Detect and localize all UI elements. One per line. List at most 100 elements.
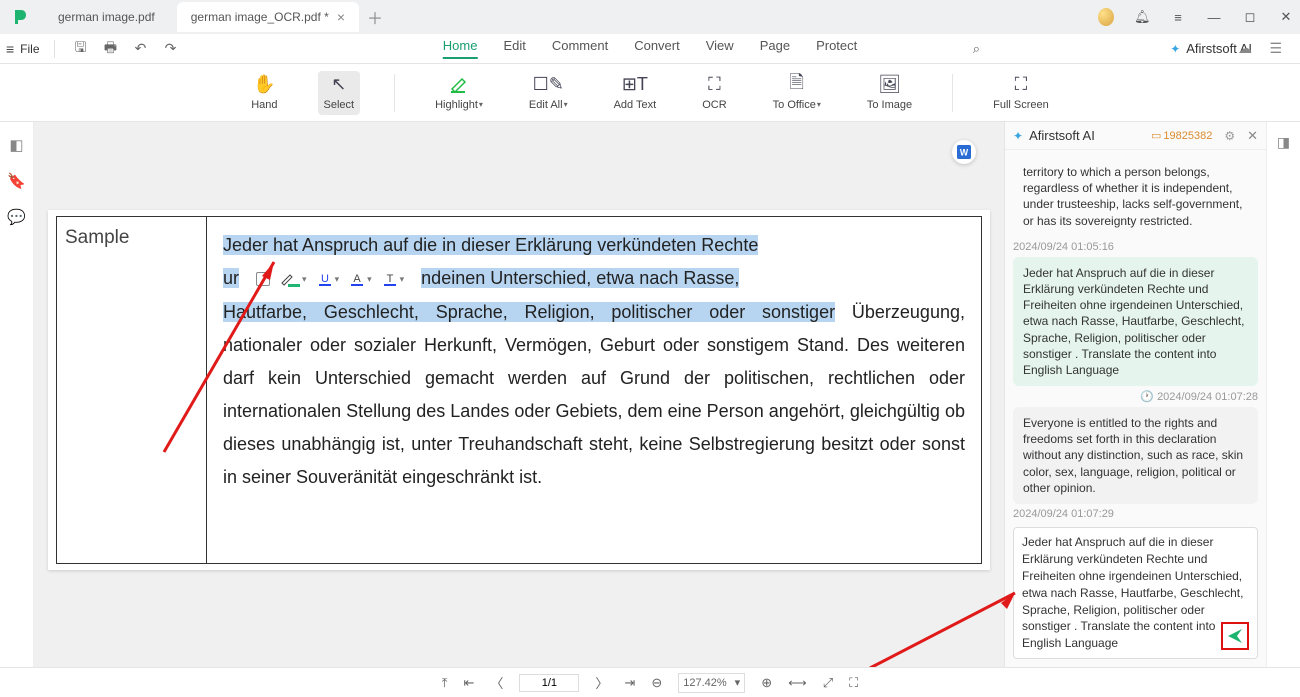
scroll-top-icon[interactable]: ⤒ [442,675,448,691]
addtext-icon: ⊞T [622,75,648,95]
to-image-tool[interactable]: 🖼 To Image [861,71,918,115]
toimage-label: To Image [867,99,912,111]
fullscreen-tool[interactable]: ⛶ Full Screen [987,71,1055,115]
comment-icon[interactable]: 💬 [7,208,26,226]
tab-label: german image.pdf [58,10,155,24]
hand-tool[interactable]: ✋ Hand [245,71,283,115]
redo-icon[interactable]: ↷ [159,37,183,61]
window-controls: 🔔︎ ≡ — ◻ ✕ [1098,0,1294,34]
tab-comment[interactable]: Comment [552,38,608,59]
add-text-tool[interactable]: ⊞T Add Text [608,71,663,115]
add-tab-button[interactable]: ＋ [367,5,383,29]
underline-button[interactable]: U▾ [317,263,340,296]
zoom-in-icon[interactable]: ⊕ [761,675,772,691]
fit-page-icon[interactable]: ⤢ [823,675,833,691]
close-icon[interactable]: ✕ [1278,9,1294,25]
sidebar-toggle-icon[interactable]: ◨ [1277,134,1290,151]
chat-input[interactable]: Jeder hat Anspruch auf die in dieser Erk… [1013,527,1258,659]
send-button[interactable] [1221,622,1249,650]
prev-page-icon[interactable]: 〈 [490,673,503,692]
input-text: Jeder hat Anspruch auf die in dieser Erk… [1022,535,1243,650]
body-text[interactable]: Überzeugung, nationaler oder sozialer He… [223,302,965,487]
tab-protect[interactable]: Protect [816,38,857,59]
undo-icon[interactable]: ↶ [129,37,153,61]
addtext-label: Add Text [614,99,657,111]
tooffice-label: To Office [773,99,816,111]
ocr-label: OCR [702,99,726,111]
edit-all-tool[interactable]: ☐✎ Edit All▾ [523,71,574,115]
edit-icon: ☐✎ [533,75,564,95]
timestamp: 🕐 2024/09/24 01:07:28 [1013,390,1258,403]
file-menu[interactable]: File [20,42,39,56]
zoom-out-icon[interactable]: ⊖ [651,675,662,691]
close-icon[interactable]: × [337,9,345,25]
status-bar: ⤒ ⇤ 〈 〉 ⇥ ⊖ 127.42%▾ ⊕ ⟷ ⤢ ⛶ [0,667,1300,697]
ocr-icon: ⛶ [708,75,721,95]
text-cell[interactable]: Jeder hat Anspruch auf die in dieser Erk… [207,217,981,563]
sparkle-icon: ✦ [1013,129,1023,143]
hamburger-icon[interactable]: ≡ [1170,10,1186,25]
timestamp: 2024/09/24 01:05:16 [1013,241,1258,253]
tab-view[interactable]: View [706,38,734,59]
chat-message: territory to which a person belongs, reg… [1013,156,1258,237]
text-button[interactable]: T▾ [382,263,405,296]
ai-chat-panel: ✦ Afirstsoft AI ▭ 19825382 ⚙ ✕ territory… [1004,122,1266,667]
save-icon[interactable]: 🖫 [69,37,93,61]
ocr-tool[interactable]: ⛶ OCR [696,71,732,115]
select-tool[interactable]: ↖ Select [318,71,361,115]
maximize-icon[interactable]: ◻ [1242,9,1258,25]
chat-body[interactable]: territory to which a person belongs, reg… [1005,150,1266,521]
svg-text:T: T [386,273,393,285]
last-page-icon[interactable]: ⇥ [624,675,635,691]
user-avatar[interactable] [1098,8,1114,26]
present-icon[interactable]: ⛶ [849,675,858,691]
bell-icon[interactable]: 🔔︎ [1134,9,1150,25]
image-icon: 🖼 [878,75,901,95]
print-icon[interactable]: 🖶 [99,37,123,61]
zoom-select[interactable]: 127.42%▾ [678,673,745,693]
chat-title: Afirstsoft AI [1029,128,1095,143]
timestamp: 2024/09/24 01:07:29 [1013,508,1258,520]
thumbnails-icon[interactable]: ◧ [9,136,23,154]
select-label: Select [324,99,355,111]
tab-german-image[interactable]: german image.pdf [44,2,169,32]
cursor-icon: ↖ [331,75,346,95]
close-icon[interactable]: ✕ [1247,128,1258,144]
bookmark-icon[interactable]: 🔖 [7,172,26,190]
highlight-label: Highlight [435,99,478,111]
svg-text:A: A [353,273,361,285]
fullscreen-label: Full Screen [993,99,1049,111]
font-color-button[interactable]: A▾ [349,263,372,296]
tab-german-image-ocr[interactable]: german image_OCR.pdf * × [177,2,359,32]
tab-convert[interactable]: Convert [634,38,680,59]
chat-header: ✦ Afirstsoft AI ▭ 19825382 ⚙ ✕ [1005,122,1266,150]
cloud-icon[interactable]: ☁ [1238,40,1252,57]
menu-bar: ≡ File 🖫 🖶 ↶ ↷ Home Edit Comment Convert… [0,34,1300,64]
to-office-tool[interactable]: 🗎 To Office▾ [767,71,827,115]
document-viewport[interactable]: W Sample Jeder hat Anspruch auf die in d… [34,122,1004,667]
selected-text[interactable]: Jeder hat Anspruch auf die in dieser Erk… [223,235,758,255]
left-rail: ◧ 🔖 💬 [0,122,34,667]
titlebar: german image.pdf german image_OCR.pdf * … [0,0,1300,34]
menu-icon[interactable]: ≡ [6,41,14,57]
minimize-icon[interactable]: — [1206,10,1222,25]
page-input[interactable] [519,674,579,692]
tab-page[interactable]: Page [760,38,790,59]
tab-home[interactable]: Home [443,38,478,59]
first-page-icon[interactable]: ⇤ [463,675,474,691]
toolbar: ✋ Hand ↖ Select Highlight▾ ☐✎ Edit All▾ … [0,64,1300,122]
search-icon[interactable]: ⌕ [973,41,980,57]
chat-message-user: Jeder hat Anspruch auf die in dieser Erk… [1013,257,1258,386]
hand-icon: ✋ [253,75,275,95]
word-export-badge[interactable]: W [952,140,976,164]
highlight-tool[interactable]: Highlight▾ [429,71,489,115]
gear-icon[interactable]: ⚙ [1224,129,1235,143]
tab-edit[interactable]: Edit [503,38,525,59]
chat-message-ai: Everyone is entitled to the rights and f… [1013,407,1258,504]
selected-text[interactable]: ndeinen Unterschied, etwa nach Rasse, [421,268,739,288]
fit-width-icon[interactable]: ⟷ [788,675,807,691]
credits-badge[interactable]: ▭ 19825382 [1151,129,1212,142]
selected-text[interactable]: Hautfarbe, Geschlecht, Sprache, Religion… [223,302,835,322]
panel-icon[interactable]: ☰ [1269,40,1282,57]
next-page-icon[interactable]: 〉 [595,673,608,692]
